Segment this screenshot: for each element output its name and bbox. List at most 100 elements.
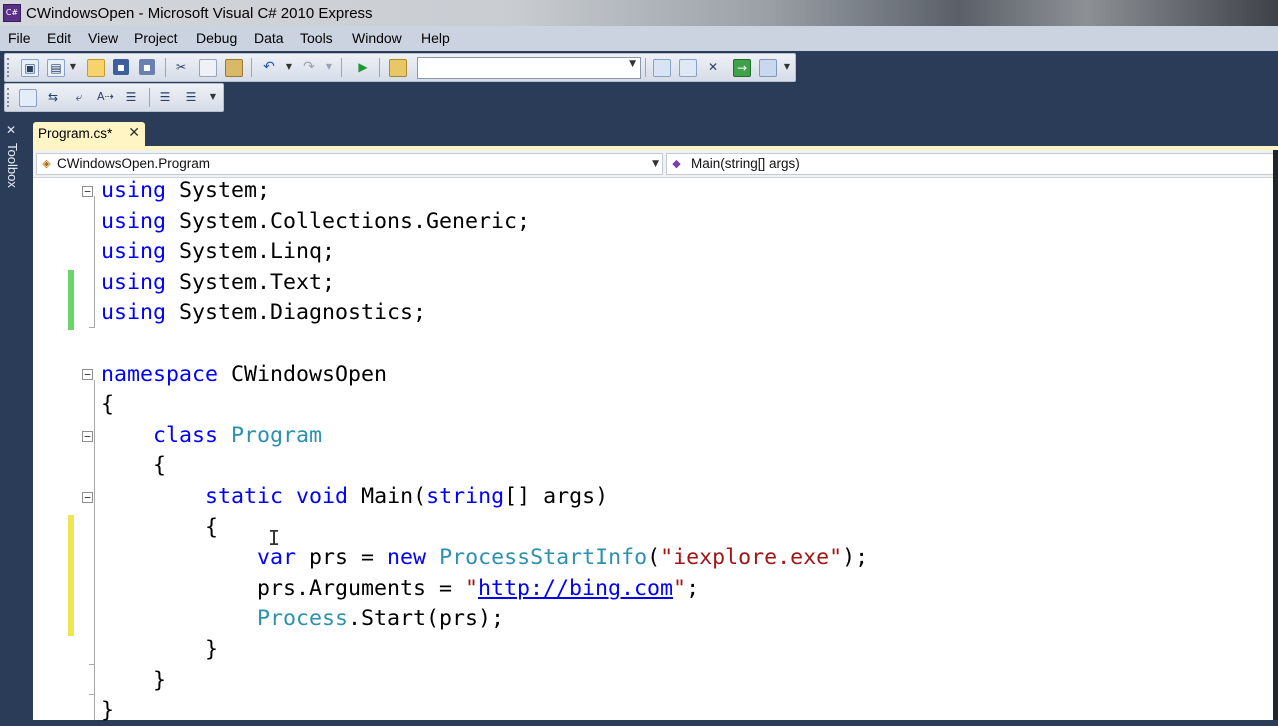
- find-in-files-icon[interactable]: [389, 59, 407, 77]
- code-line[interactable]: static void Main(string[] args): [101, 482, 608, 512]
- code-token: using: [101, 239, 167, 265]
- code-link[interactable]: http://bing.com: [478, 576, 673, 601]
- code-line[interactable]: {: [101, 390, 114, 420]
- quick-info-icon[interactable]: ⤶: [71, 89, 87, 105]
- code-token: class: [153, 422, 219, 448]
- chevron-down-icon[interactable]: ▼: [209, 89, 217, 105]
- code-line[interactable]: using System.Text;: [101, 268, 335, 298]
- code-token: }: [101, 698, 115, 724]
- parameter-info-icon[interactable]: ⇆: [45, 89, 61, 105]
- object-browser-icon[interactable]: →: [733, 59, 751, 77]
- menu-help[interactable]: Help: [421, 30, 450, 46]
- code-token: prs =: [296, 545, 388, 571]
- code-token: CWindowsOpen: [218, 361, 388, 387]
- toolbox-strip[interactable]: ✕ Toolbox: [0, 115, 24, 720]
- paste-icon[interactable]: [225, 59, 243, 77]
- method-icon: ◆: [672, 157, 681, 170]
- menu-edit[interactable]: Edit: [47, 30, 71, 46]
- code-line[interactable]: using System.Linq;: [101, 237, 335, 267]
- chevron-down-icon[interactable]: ▼: [629, 59, 636, 69]
- menu-view[interactable]: View: [88, 30, 118, 46]
- outline-end-tick: [89, 327, 95, 328]
- code-line[interactable]: namespace CWindowsOpen: [101, 360, 387, 390]
- code-line[interactable]: Process.Start(prs);: [101, 604, 504, 634]
- start-page-icon[interactable]: [759, 59, 777, 77]
- code-line[interactable]: using System;: [101, 176, 270, 206]
- outline-line: [94, 380, 95, 720]
- toolbar-separator: [149, 88, 150, 107]
- member-dropdown[interactable]: ◆ Main(string[] args): [666, 153, 1276, 175]
- toolbar-separator: [379, 58, 380, 77]
- code-line[interactable]: }: [101, 696, 114, 726]
- menu-window[interactable]: Window: [352, 30, 402, 46]
- cut-icon[interactable]: ✂: [173, 59, 189, 75]
- new-project-icon[interactable]: ▣: [21, 59, 39, 77]
- menu-file[interactable]: File: [8, 30, 31, 46]
- chevron-down-icon[interactable]: ▼: [652, 154, 659, 174]
- comment-icon[interactable]: ☰: [123, 89, 139, 105]
- copy-icon[interactable]: [199, 59, 217, 77]
- class-icon: ◈: [42, 157, 51, 170]
- code-line[interactable]: }: [101, 666, 166, 696]
- code-line[interactable]: using System.Collections.Generic;: [101, 207, 530, 237]
- decrease-indent-icon[interactable]: ☰: [157, 89, 173, 105]
- collapse-toggle-icon[interactable]: −: [82, 431, 93, 442]
- toolbox-icon[interactable]: ✕: [705, 59, 721, 75]
- code-token: Process: [257, 606, 349, 632]
- collapse-toggle-icon[interactable]: −: [82, 492, 93, 503]
- code-line[interactable]: {: [101, 451, 166, 481]
- toolbox-label[interactable]: Toolbox: [4, 143, 20, 188]
- code-token: string: [426, 484, 505, 509]
- collapse-toggle-icon[interactable]: −: [82, 369, 93, 380]
- standard-toolbar: ▣ ▤ ▼ ▪ ▪ ✂ ↶ ▼ ↷ ▼ ▶ ▼ ✕ → ▼: [4, 53, 796, 82]
- menu-data[interactable]: Data: [254, 30, 284, 46]
- window-edge: [1273, 150, 1278, 720]
- tab-label: Program.cs*: [38, 126, 113, 141]
- save-icon[interactable]: ▪: [113, 59, 129, 75]
- type-dropdown-value: CWindowsOpen.Program: [57, 156, 211, 171]
- solution-explorer-icon[interactable]: [653, 59, 671, 77]
- add-item-icon[interactable]: ▤: [47, 59, 65, 77]
- code-line[interactable]: var prs = new ProcessStartInfo("iexplore…: [101, 543, 868, 573]
- menu-tools[interactable]: Tools: [300, 30, 333, 46]
- unsaved-change-marker: [68, 515, 74, 636]
- code-token: );: [842, 545, 869, 571]
- code-line[interactable]: {: [101, 513, 218, 543]
- open-file-icon[interactable]: [87, 59, 105, 77]
- outline-end-tick: [89, 694, 95, 695]
- toolbar-grip[interactable]: [7, 88, 12, 107]
- close-icon[interactable]: ✕: [128, 125, 140, 141]
- code-token: void: [296, 484, 349, 509]
- chevron-down-icon[interactable]: ▼: [783, 59, 791, 75]
- chevron-down-icon[interactable]: ▼: [285, 59, 293, 75]
- code-line[interactable]: class Program: [101, 421, 322, 451]
- code-token: System.Diagnostics;: [166, 300, 427, 326]
- toolbar-grip[interactable]: [7, 58, 12, 77]
- display-object-member-list-icon[interactable]: [19, 89, 37, 107]
- code-token: ;: [686, 575, 700, 601]
- properties-icon[interactable]: [679, 59, 697, 77]
- start-debugging-icon[interactable]: ▶: [355, 59, 371, 75]
- tab-program-cs[interactable]: Program.cs* ✕: [33, 122, 145, 146]
- menu-debug[interactable]: Debug: [196, 30, 237, 46]
- code-line[interactable]: prs.Arguments = "http://bing.com";: [101, 574, 699, 604]
- save-all-icon[interactable]: ▪: [139, 59, 155, 75]
- code-token: }: [101, 637, 219, 662]
- chevron-down-icon[interactable]: ▼: [69, 59, 77, 75]
- menu-project[interactable]: Project: [134, 30, 178, 46]
- type-dropdown[interactable]: ◈ CWindowsOpen.Program ▼: [36, 153, 663, 175]
- code-token: new: [387, 545, 427, 571]
- code-token: {: [101, 453, 167, 479]
- undo-icon[interactable]: ↶: [261, 59, 277, 75]
- complete-word-icon[interactable]: A⇢: [97, 89, 114, 105]
- pin-icon[interactable]: ✕: [6, 123, 16, 137]
- find-combo[interactable]: ▼: [417, 57, 641, 79]
- code-line[interactable]: using System.Diagnostics;: [101, 298, 426, 328]
- collapse-toggle-icon[interactable]: −: [82, 186, 93, 197]
- code-line[interactable]: }: [101, 635, 218, 665]
- increase-indent-icon[interactable]: ☰: [183, 89, 199, 105]
- code-token: Program: [231, 422, 323, 448]
- title-bar: C# CWindowsOpen - Microsoft Visual C# 20…: [0, 0, 1278, 26]
